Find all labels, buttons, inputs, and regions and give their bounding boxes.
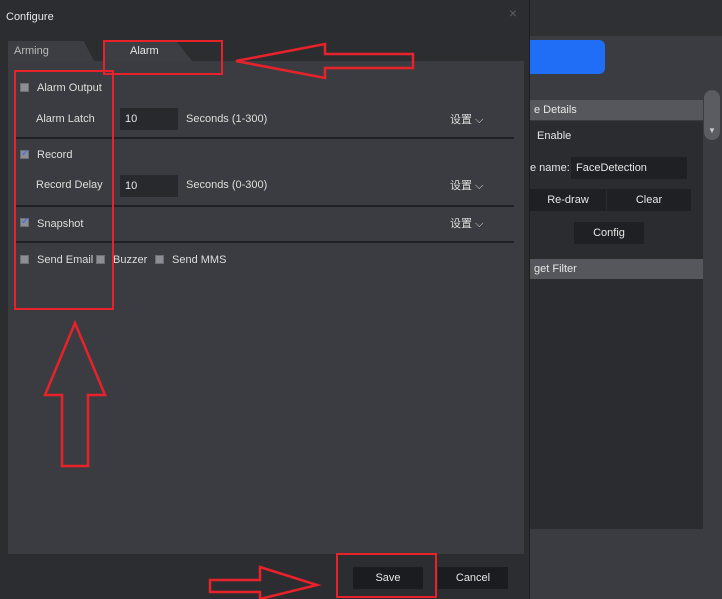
annotation-arrows <box>43 42 415 599</box>
arrow-left-icon <box>235 42 415 80</box>
arrow-up-icon <box>43 319 107 468</box>
arrow-right-icon <box>208 565 322 599</box>
